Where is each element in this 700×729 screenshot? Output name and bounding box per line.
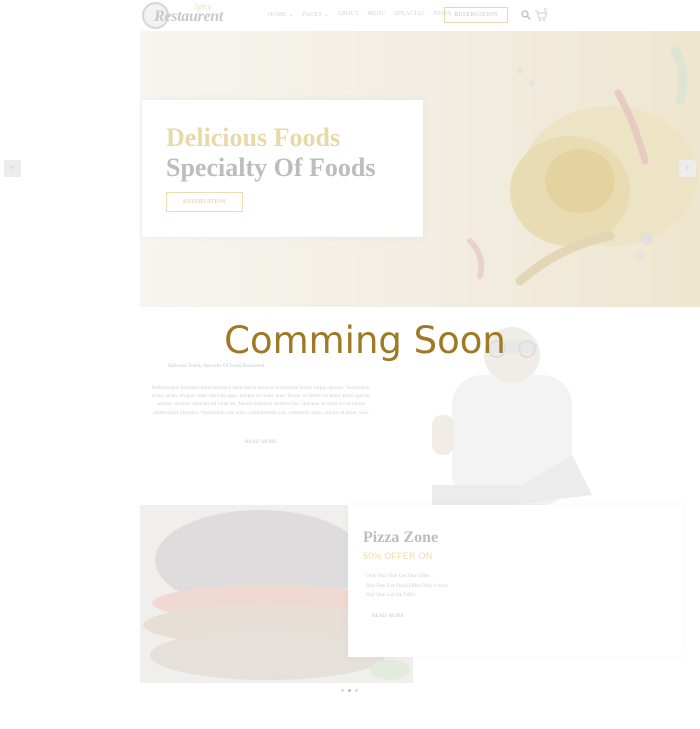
nav-item-home[interactable]: HOME ⌄	[268, 11, 294, 18]
logo-text: Restaurent	[154, 8, 224, 25]
nav-item-menu[interactable]: MENU	[367, 11, 386, 18]
slider-dot[interactable]	[355, 689, 358, 692]
about-read-more-link[interactable]: READ MORE	[236, 440, 286, 445]
nav-item-about[interactable]: ABOUT	[337, 11, 359, 18]
promo-title: Pizza Zone	[363, 529, 439, 546]
search-icon[interactable]	[521, 10, 531, 20]
logo[interactable]: Restaurent Spicy	[142, 2, 224, 29]
about-subtitle: Delicious Foods, Specialty Of Foods Rest…	[168, 364, 265, 369]
slider-dot-active[interactable]	[348, 689, 351, 692]
logo-tagline: Spicy	[194, 2, 212, 11]
main-nav: HOME ⌄ PAGES ⌄ ABOUT MENU SPEACIAL NEWS	[268, 11, 451, 18]
promo-list-item: Buy One Get Pizza Offer Only 1 days	[366, 582, 448, 589]
promo-offer: 50% OFFER ON	[363, 551, 433, 561]
promo-list-item: Buy One Get On Offer	[366, 592, 416, 598]
coming-soon-heading: Comming Soon	[224, 319, 506, 362]
nav-item-special[interactable]: SPEACIAL	[394, 11, 425, 18]
nav-item-pages[interactable]: PAGES ⌄	[302, 11, 329, 18]
hero-title-line2: Specialty Of Foods	[166, 153, 376, 182]
promo-read-more-link[interactable]: READ MORE	[372, 614, 404, 619]
hero-reservation-button[interactable]: RESERVATION	[166, 192, 243, 212]
promo-list-item: Only Buy One Get One Offer	[366, 573, 430, 579]
slider-prev-button[interactable]: ‹	[4, 160, 21, 177]
cart-count-badge: 0	[544, 8, 547, 14]
slider-dot[interactable]	[341, 689, 344, 692]
chevron-left-icon: ‹	[10, 163, 15, 173]
chevron-right-icon: ›	[685, 163, 690, 173]
hero-title-line1: Delicious Foods	[166, 123, 341, 152]
slider-next-button[interactable]: ›	[679, 160, 696, 177]
promo-list: Only Buy One Get One Offer Buy One Get P…	[366, 573, 448, 602]
reservation-button[interactable]: RESERVATION	[444, 7, 508, 23]
about-paragraph: Pellentesque habitant morbi tristique se…	[151, 385, 371, 416]
